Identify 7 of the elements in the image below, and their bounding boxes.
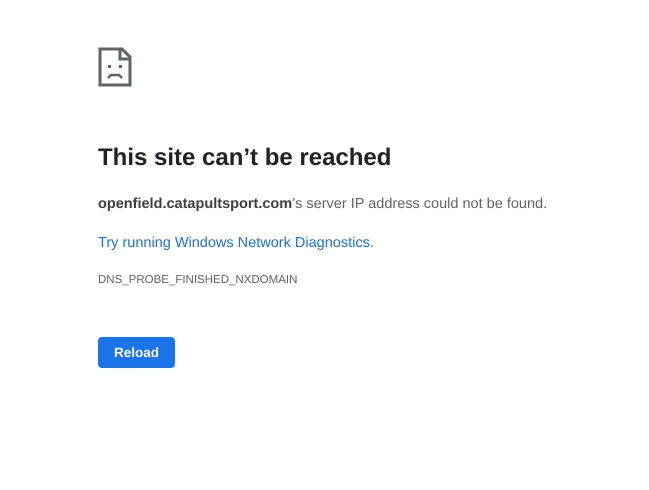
reload-button[interactable]: Reload [98, 337, 176, 368]
diagnostics-link[interactable]: Try running Windows Network Diagnostics [98, 235, 370, 251]
sad-page-icon [98, 47, 132, 87]
error-code: DNS_PROBE_FINISHED_NXDOMAIN [98, 274, 298, 286]
page-heading: This site can’t be reached [98, 143, 392, 173]
error-description: openfield.catapultsport.com’s server IP address could not be found. [98, 195, 548, 214]
suggestion-text: Try running Windows Network Diagnostics. [98, 234, 374, 253]
